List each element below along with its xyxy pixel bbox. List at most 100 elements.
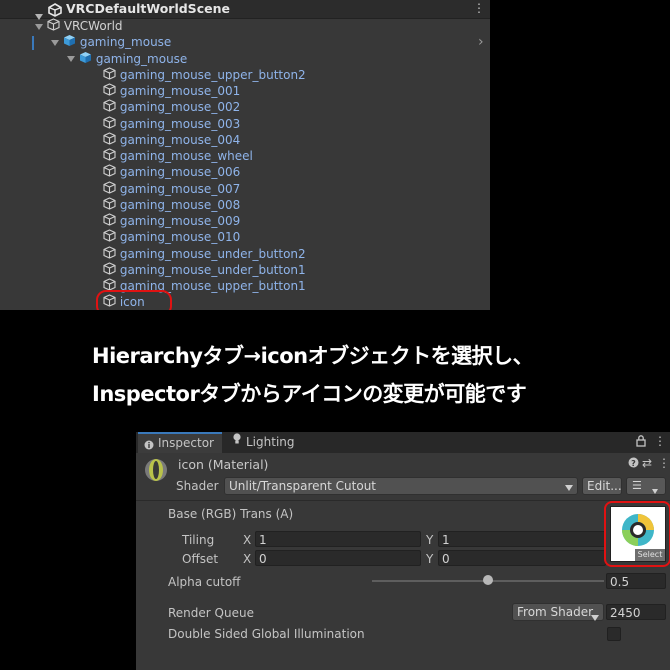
double-sided-gi-checkbox[interactable] xyxy=(607,627,621,641)
gameobject-icon xyxy=(103,262,116,279)
dropdown-arrow-icon xyxy=(652,483,658,499)
alpha-cutoff-input[interactable]: 0.5 xyxy=(606,573,666,589)
hierarchy-item[interactable]: gaming_mouse_006 xyxy=(103,164,240,180)
gameobject-icon xyxy=(103,180,116,198)
hierarchy-item-label: gaming_mouse_001 xyxy=(119,84,241,98)
icon-highlight-box xyxy=(96,290,172,310)
divider xyxy=(136,500,670,501)
context-menu-icon[interactable]: ⋮ xyxy=(658,456,670,470)
hierarchy-item[interactable]: gaming_mouse_004 xyxy=(103,132,240,148)
caption-line-1: Hierarchyタブ→iconオブジェクトを選択し、 xyxy=(92,344,534,368)
gameobject-icon xyxy=(103,148,116,165)
offset-y-label: Y xyxy=(426,552,434,566)
info-icon xyxy=(144,437,154,456)
base-texture-label: Base (RGB) Trans (A) xyxy=(168,507,294,521)
list-icon: ☰ xyxy=(632,479,642,492)
tiling-x-label: X xyxy=(243,533,252,547)
gameobject-icon xyxy=(103,164,116,181)
hierarchy-item-label: gaming_mouse_004 xyxy=(119,132,241,147)
preset-icon[interactable]: ⇄ xyxy=(642,456,652,470)
shader-options-button[interactable]: ☰ xyxy=(626,477,666,495)
selection-marker xyxy=(32,36,34,50)
expand-arrow-icon[interactable] xyxy=(51,34,63,50)
tiling-label: Tiling xyxy=(182,533,215,547)
inspector-panel: Inspector Lighting ⋮ icon (Material) ? ⇄… xyxy=(136,432,670,670)
gameobject-icon xyxy=(103,213,116,230)
render-queue-mode: From Shader xyxy=(517,605,594,619)
hierarchy-item[interactable]: VRCWorld xyxy=(35,18,123,34)
tab-inspector-label: Inspector xyxy=(158,436,214,450)
gameobject-icon xyxy=(103,132,116,149)
help-icon[interactable]: ? xyxy=(628,457,639,471)
caption-line-2: Inspectorタブからアイコンの変更が可能です xyxy=(92,382,527,406)
svg-text:?: ? xyxy=(631,459,636,468)
gameobject-icon xyxy=(103,245,116,263)
edit-button-label: Edit... xyxy=(587,479,622,493)
hierarchy-item[interactable]: gaming_mouse xyxy=(51,34,171,50)
render-queue-label: Render Queue xyxy=(168,606,254,620)
tiling-y-label: Y xyxy=(426,533,434,547)
shader-value: Unlit/Transparent Cutout xyxy=(229,479,377,493)
tab-inspector[interactable]: Inspector xyxy=(138,432,222,453)
hierarchy-item[interactable]: gaming_mouse_001 xyxy=(103,83,240,99)
more-menu-icon[interactable]: ⋮ xyxy=(654,434,666,448)
hierarchy-item-label: gaming_mouse_upper_button2 xyxy=(119,67,306,82)
expand-arrow-icon[interactable] xyxy=(67,51,79,67)
alpha-cutoff-label: Alpha cutoff xyxy=(168,575,241,589)
scene-row[interactable]: VRCDefaultWorldScene ⋮ xyxy=(0,0,490,20)
offset-x-label: X xyxy=(243,552,252,566)
expand-arrow-icon[interactable] xyxy=(35,18,47,34)
dropdown-arrow-icon xyxy=(591,609,599,625)
hierarchy-item-label: gaming_mouse_010 xyxy=(119,230,241,245)
hierarchy-item-label: gaming_mouse_008 xyxy=(119,197,241,212)
lock-icon[interactable] xyxy=(636,435,646,450)
gameobject-icon xyxy=(103,197,116,214)
alpha-cutoff-slider-thumb[interactable] xyxy=(483,575,493,585)
render-queue-input[interactable]: 2450 xyxy=(606,604,666,620)
hierarchy-item-label: VRCWorld xyxy=(63,19,123,33)
hierarchy-item[interactable]: gaming_mouse_003 xyxy=(103,115,241,133)
hierarchy-item-label: gaming_mouse_wheel xyxy=(119,149,253,163)
gameobject-icon xyxy=(47,18,60,35)
more-menu-icon[interactable]: ⋮ xyxy=(473,1,485,15)
hierarchy-item[interactable]: gaming_mouse_002 xyxy=(103,99,240,115)
tiling-x-input[interactable]: 1 xyxy=(255,531,421,547)
double-sided-gi-label: Double Sided Global Illumination xyxy=(168,627,365,641)
hierarchy-item[interactable]: gaming_mouse_upper_button2 xyxy=(103,67,306,83)
gameobject-icon xyxy=(103,229,116,246)
scene-name: VRCDefaultWorldScene xyxy=(66,1,230,16)
hierarchy-item[interactable]: gaming_mouse_010 xyxy=(103,229,240,245)
offset-x-input[interactable]: 0 xyxy=(255,550,421,566)
gameobject-icon xyxy=(103,115,116,133)
hierarchy-item-label: gaming_mouse_002 xyxy=(119,100,241,115)
hierarchy-item-label: gaming_mouse_under_button2 xyxy=(119,246,306,261)
hierarchy-item[interactable]: gaming_mouse_009 xyxy=(103,213,240,229)
shader-label: Shader xyxy=(176,479,219,493)
chevron-right-icon[interactable]: › xyxy=(478,34,484,50)
texture-highlight-box xyxy=(604,501,670,567)
tab-lighting[interactable]: Lighting xyxy=(228,432,298,453)
hierarchy-item[interactable]: gaming_mouse_007 xyxy=(103,180,240,198)
hierarchy-item[interactable]: gaming_mouse xyxy=(67,51,187,67)
prefab-icon xyxy=(79,51,92,68)
material-sphere-icon xyxy=(142,458,170,485)
dropdown-arrow-icon xyxy=(565,479,573,495)
gameobject-icon xyxy=(103,83,116,100)
gameobject-icon xyxy=(103,67,116,84)
hierarchy-panel: VRCDefaultWorldScene ⋮ › VRCWorld gaming… xyxy=(0,0,490,310)
hierarchy-item-label: gaming_mouse_009 xyxy=(119,214,241,228)
shader-dropdown[interactable]: Unlit/Transparent Cutout xyxy=(224,477,578,495)
tab-bar: Inspector Lighting ⋮ xyxy=(136,432,670,453)
hierarchy-item[interactable]: gaming_mouse_under_button2 xyxy=(103,245,306,263)
tab-lighting-label: Lighting xyxy=(246,435,295,449)
hierarchy-item-label: gaming_mouse xyxy=(79,35,172,50)
hierarchy-item[interactable]: gaming_mouse_008 xyxy=(103,197,240,213)
tiling-y-input[interactable]: 1 xyxy=(438,531,606,547)
material-name: icon (Material) xyxy=(178,457,269,472)
hierarchy-item-label: gaming_mouse_003 xyxy=(119,116,241,131)
hierarchy-item[interactable]: gaming_mouse_under_button1 xyxy=(103,262,306,278)
edit-shader-button[interactable]: Edit... xyxy=(582,477,622,495)
render-queue-dropdown[interactable]: From Shader xyxy=(512,603,604,621)
offset-y-input[interactable]: 0 xyxy=(438,550,606,566)
hierarchy-item[interactable]: gaming_mouse_wheel xyxy=(103,148,253,164)
